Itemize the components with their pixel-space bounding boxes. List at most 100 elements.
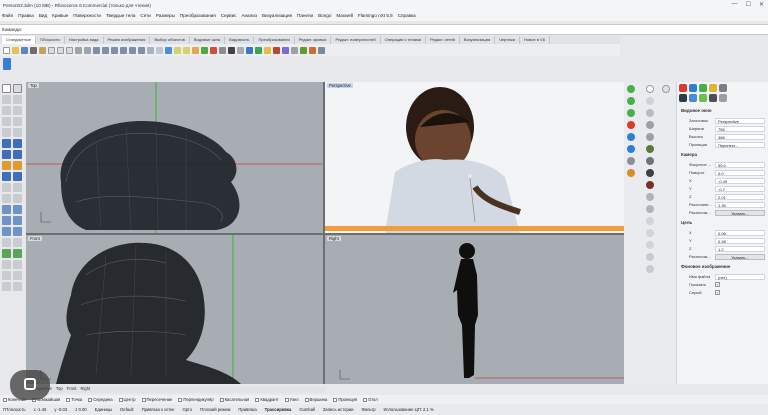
- tab-right[interactable]: Right: [80, 386, 90, 393]
- prop-value[interactable]: 2.01: [715, 193, 765, 200]
- tab-new-in-v6[interactable]: Новое в V6: [520, 36, 550, 44]
- status-ortho[interactable]: Орто: [182, 407, 192, 412]
- menu-bongo[interactable]: Bongo: [318, 13, 331, 18]
- menu-render[interactable]: Визуализация: [262, 13, 292, 18]
- prop-value[interactable]: 0.06: [715, 229, 765, 236]
- green-tool-icon[interactable]: [627, 109, 635, 117]
- snap-perp[interactable]: Перпендикуляр: [178, 397, 214, 402]
- prop-value[interactable]: 0.0: [715, 169, 765, 176]
- pan-icon[interactable]: [93, 46, 100, 54]
- tab-visibility[interactable]: Видимость: [225, 36, 255, 44]
- menu-analyze[interactable]: Анализ: [241, 13, 257, 18]
- panel-toggle-icon[interactable]: [662, 85, 670, 93]
- open-file-icon[interactable]: [12, 46, 19, 54]
- tab-surface-tools[interactable]: Редакт. поверхностей: [331, 36, 381, 44]
- tab-viewport-layout[interactable]: Видовые окна: [190, 36, 226, 44]
- menu-maxwell[interactable]: Maxwell: [336, 13, 353, 18]
- gear-icon[interactable]: [627, 157, 635, 165]
- tab-solid-tools[interactable]: Операции с телами: [381, 36, 426, 44]
- checkbox[interactable]: [118, 397, 123, 402]
- menu-surfaces[interactable]: Поверхности: [73, 13, 101, 18]
- snap-tan[interactable]: Касательная: [219, 397, 249, 402]
- viewport-top[interactable]: Top: [26, 82, 323, 233]
- materials-tab-icon[interactable]: [699, 84, 707, 92]
- status-cplane[interactable]: ГПлоскость: [3, 407, 26, 412]
- polygon-icon[interactable]: [13, 128, 22, 137]
- red-sphere-icon[interactable]: [646, 181, 654, 189]
- show-checkbox[interactable]: ✓: [715, 282, 720, 287]
- command-input[interactable]: [25, 25, 725, 34]
- prop-value[interactable]: 386: [715, 133, 765, 140]
- new-file-icon[interactable]: [3, 46, 10, 54]
- camera-place-button[interactable]: Указать...: [715, 209, 765, 216]
- status-history[interactable]: Запись истории: [323, 407, 354, 412]
- cut-icon[interactable]: [48, 46, 55, 54]
- zoom-icon[interactable]: [111, 46, 118, 54]
- green-tool-icon[interactable]: [627, 85, 635, 93]
- prop-value[interactable]: (нет): [715, 273, 765, 280]
- arc-icon[interactable]: [2, 117, 11, 126]
- select-icon[interactable]: [165, 46, 172, 54]
- menu-help[interactable]: Справка: [398, 13, 416, 18]
- blue-tool-icon[interactable]: [627, 145, 635, 153]
- menu-panels[interactable]: Панели: [297, 13, 313, 18]
- distance-icon[interactable]: [2, 282, 11, 291]
- close-button[interactable]: ✕: [759, 1, 764, 8]
- projection-select[interactable]: Перспект...: [715, 141, 765, 148]
- join-icon[interactable]: [2, 238, 11, 247]
- paste-icon[interactable]: [66, 46, 73, 54]
- snap-mid[interactable]: Середина: [88, 397, 113, 402]
- status-gumball[interactable]: Gumball: [299, 407, 315, 412]
- prop-value[interactable]: -0.7: [715, 185, 765, 192]
- status-smarttrack[interactable]: Трассировка: [265, 407, 292, 412]
- menu-dimensions[interactable]: Размеры: [156, 13, 175, 18]
- ungroup-icon[interactable]: [13, 249, 22, 258]
- explode-icon[interactable]: [13, 238, 22, 247]
- menu-view[interactable]: Вид: [39, 13, 47, 18]
- zoom-selected-icon[interactable]: [138, 46, 145, 54]
- render-tab-icon[interactable]: [709, 94, 717, 102]
- offset-icon[interactable]: [13, 183, 22, 192]
- osnap-toolbar-icon[interactable]: [3, 58, 11, 70]
- snap-point[interactable]: Точка: [66, 397, 82, 402]
- tab-mesh-tools[interactable]: Редакт. сетей: [426, 36, 460, 44]
- snap-center[interactable]: Центр: [118, 397, 136, 402]
- blue-tool-icon[interactable]: [627, 133, 635, 141]
- dark-sphere-icon[interactable]: [646, 157, 654, 165]
- green-tool-icon[interactable]: [627, 97, 635, 105]
- viewport-perspective-label[interactable]: Perspective: [327, 83, 353, 88]
- prop-value[interactable]: 0.28: [715, 237, 765, 244]
- checkbox[interactable]: [363, 397, 368, 402]
- analyze-icon[interactable]: [13, 271, 22, 280]
- copy-tool-icon[interactable]: [13, 205, 22, 214]
- shaded-sphere-icon[interactable]: [228, 46, 235, 54]
- scale-icon[interactable]: [13, 216, 22, 225]
- snap-int[interactable]: Пересечение: [141, 397, 172, 402]
- red-tool-icon[interactable]: [627, 121, 635, 129]
- hatch-icon[interactable]: [2, 271, 11, 280]
- checkbox[interactable]: [255, 397, 260, 402]
- target-place-button[interactable]: Указать...: [715, 253, 765, 260]
- checkbox[interactable]: [141, 397, 146, 402]
- tab-curve-tools[interactable]: Редакт. кривых: [295, 36, 332, 44]
- tab-top[interactable]: Top: [56, 386, 63, 393]
- copy-icon[interactable]: [57, 46, 64, 54]
- array-icon[interactable]: [13, 227, 22, 236]
- light-sphere-icon[interactable]: [646, 253, 654, 261]
- render-icon[interactable]: [13, 282, 22, 291]
- ground-tab-icon[interactable]: [699, 94, 707, 102]
- materials-icon[interactable]: [273, 46, 280, 54]
- gray-sphere-icon[interactable]: [646, 205, 654, 213]
- ellipse-icon[interactable]: [13, 117, 22, 126]
- checkbox[interactable]: [178, 397, 183, 402]
- gray-sphere-icon[interactable]: [646, 121, 654, 129]
- display-tab-icon[interactable]: [689, 94, 697, 102]
- environment-tab-icon[interactable]: [719, 84, 727, 92]
- layers-tab-icon[interactable]: [679, 84, 687, 92]
- undo-icon[interactable]: [75, 46, 82, 54]
- gray-sphere-icon[interactable]: [646, 97, 654, 105]
- mesh-box-icon[interactable]: [13, 161, 22, 170]
- box-icon[interactable]: [2, 150, 11, 159]
- viewport-right-label[interactable]: Right: [327, 236, 341, 241]
- snap-disable[interactable]: Откл: [363, 397, 378, 402]
